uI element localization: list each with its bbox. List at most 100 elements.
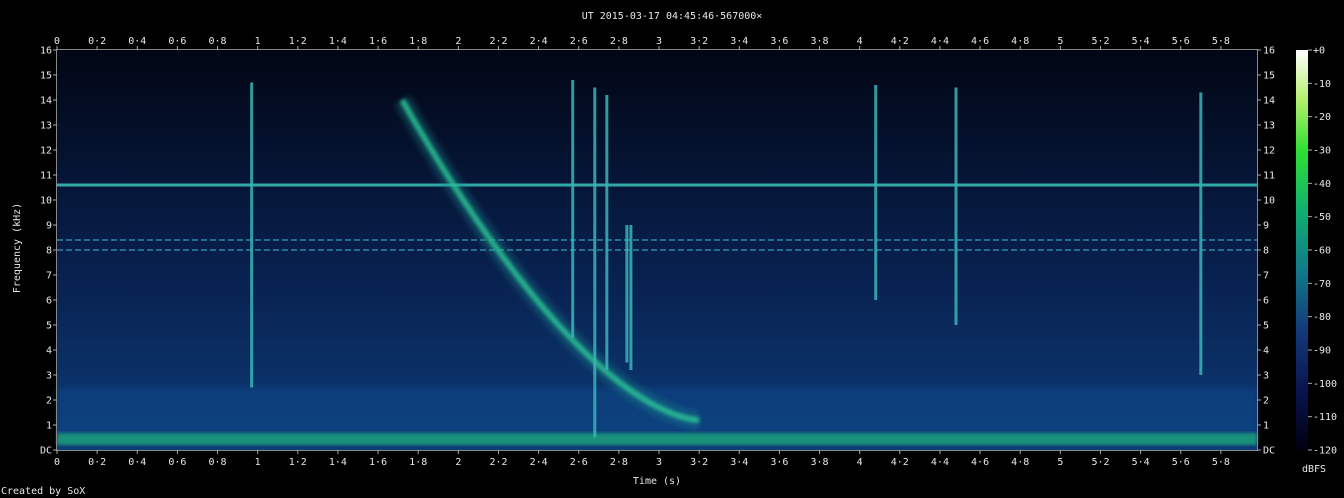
x-tick-label-bottom: 4 xyxy=(857,457,863,468)
x-tick-label-bottom: 3·6 xyxy=(770,457,788,468)
x-tick-label-bottom: 5·8 xyxy=(1212,457,1230,468)
x-tick-label-bottom: 4·6 xyxy=(971,457,989,468)
x-tick-label-bottom: 1·2 xyxy=(289,457,307,468)
x-tick-label-top: 3·2 xyxy=(690,36,708,47)
x-axis-label: Time (s) xyxy=(633,476,681,487)
x-tick-label-top: 5·4 xyxy=(1132,36,1150,47)
y-tick-label-left: 3 xyxy=(46,371,52,382)
x-tick-label-bottom: 3·2 xyxy=(690,457,708,468)
y-axis-label: Frequency (kHz) xyxy=(12,203,23,293)
colorbar-tick-label: -120 xyxy=(1313,446,1337,457)
x-tick-label-top: 1·6 xyxy=(369,36,387,47)
x-tick-label-bottom: 2·2 xyxy=(489,457,507,468)
x-tick-label-top: 2·8 xyxy=(610,36,628,47)
colorbar-tick-label: -60 xyxy=(1313,246,1331,257)
y-tick-label-left: 12 xyxy=(40,146,52,157)
x-tick-label-top: 0 xyxy=(54,36,60,47)
y-tick-label-right: 1 xyxy=(1263,421,1269,432)
y-tick-label-left: 11 xyxy=(40,171,52,182)
x-tick-label-top: 0·2 xyxy=(88,36,106,47)
x-tick-label-bottom: 3·4 xyxy=(730,457,748,468)
x-tick-label-bottom: 5·6 xyxy=(1172,457,1190,468)
x-tick-label-top: 4·8 xyxy=(1011,36,1029,47)
x-tick-label-top: 4·4 xyxy=(931,36,949,47)
x-tick-label-bottom: 5 xyxy=(1057,457,1063,468)
x-tick-label-bottom: 1·8 xyxy=(409,457,427,468)
colorbar-tick-label: -100 xyxy=(1313,379,1337,390)
sox-credit: Created by SoX xyxy=(1,486,85,497)
x-tick-label-top: 1 xyxy=(255,36,261,47)
y-tick-label-left: DC xyxy=(40,446,52,457)
y-tick-label-right: 14 xyxy=(1263,96,1275,107)
x-tick-label-bottom: 4·8 xyxy=(1011,457,1029,468)
y-tick-label-right: 16 xyxy=(1263,46,1275,57)
x-tick-label-bottom: 3·8 xyxy=(811,457,829,468)
x-tick-label-top: 2·6 xyxy=(570,36,588,47)
colorbar-gradient xyxy=(1296,50,1308,450)
x-tick-label-top: 5·6 xyxy=(1172,36,1190,47)
y-tick-label-left: 8 xyxy=(46,246,52,257)
y-tick-label-right: 13 xyxy=(1263,121,1275,132)
y-tick-label-right: 4 xyxy=(1263,346,1269,357)
y-tick-label-left: 10 xyxy=(40,196,52,207)
y-tick-label-right: 5 xyxy=(1263,321,1269,332)
low-frequency-band xyxy=(57,432,1257,445)
y-tick-label-left: 15 xyxy=(40,71,52,82)
colorbar-tick-label: +0 xyxy=(1313,46,1325,57)
x-tick-label-top: 4·2 xyxy=(891,36,909,47)
colorbar-ticks: +0 -10 -20 -30 -40 -50 -60 -70 -80 -90 -100 -110 -12… xyxy=(1308,46,1337,457)
x-tick-label-bottom: 4·2 xyxy=(891,457,909,468)
x-tick-label-bottom: 2 xyxy=(455,457,461,468)
y-tick-label-right: 6 xyxy=(1263,296,1269,307)
colorbar-tick-label: -80 xyxy=(1313,312,1331,323)
y-tick-label-right: 10 xyxy=(1263,196,1275,207)
colorbar-tick-label: -20 xyxy=(1313,112,1331,123)
y-tick-label-left: 14 xyxy=(40,96,52,107)
y-tick-label-right: 8 xyxy=(1263,246,1269,257)
x-tick-label-top: 0·4 xyxy=(128,36,146,47)
x-tick-label-bottom: 3 xyxy=(656,457,662,468)
x-tick-label-bottom: 1·4 xyxy=(329,457,347,468)
x-tick-label-top: 1·8 xyxy=(409,36,427,47)
y-tick-label-right: 11 xyxy=(1263,171,1275,182)
y-tick-label-left: 1 xyxy=(46,421,52,432)
spectrogram-plot xyxy=(56,49,1258,451)
x-tick-label-bottom: 0·8 xyxy=(209,457,227,468)
x-tick-label-top: 2·2 xyxy=(489,36,507,47)
x-tick-label-bottom: 1 xyxy=(255,457,261,468)
x-tick-label-bottom: 0·6 xyxy=(168,457,186,468)
y-tick-label-right: DC xyxy=(1263,446,1275,457)
x-tick-label-top: 1·2 xyxy=(289,36,307,47)
y-tick-label-left: 5 xyxy=(46,321,52,332)
x-tick-label-top: 0·6 xyxy=(168,36,186,47)
spectrogram-chart: UT 2015-03-17 04:45:46·567000× 0 0 0·2 0·2 0… xyxy=(1,11,1337,497)
y-tick-label-right: 3 xyxy=(1263,371,1269,382)
x-tick-label-bottom: 2·6 xyxy=(570,457,588,468)
x-tick-label-top: 3·4 xyxy=(730,36,748,47)
y-tick-label-left: 16 xyxy=(40,46,52,57)
x-tick-label-bottom: 5·2 xyxy=(1091,457,1109,468)
y-tick-label-left: 7 xyxy=(46,271,52,282)
x-tick-label-top: 1·4 xyxy=(329,36,347,47)
x-tick-label-top: 4 xyxy=(857,36,863,47)
y-tick-label-right: 2 xyxy=(1263,396,1269,407)
x-tick-label-bottom: 0·4 xyxy=(128,457,146,468)
x-tick-label-top: 0·8 xyxy=(209,36,227,47)
y-tick-label-left: 2 xyxy=(46,396,52,407)
x-tick-label-bottom: 5·4 xyxy=(1132,457,1150,468)
x-tick-label-top: 2·4 xyxy=(530,36,548,47)
colorbar: +0 -10 -20 -30 -40 -50 -60 -70 -80 -90 -100 -110 -12… xyxy=(1296,46,1337,475)
x-tick-label-top: 2 xyxy=(455,36,461,47)
y-tick-label-right: 9 xyxy=(1263,221,1269,232)
x-tick-label-bottom: 4·4 xyxy=(931,457,949,468)
colorbar-label: dBFS xyxy=(1302,464,1326,475)
colorbar-tick-label: -90 xyxy=(1313,346,1331,357)
y-tick-label-left: 13 xyxy=(40,121,52,132)
colorbar-tick-label: -40 xyxy=(1313,179,1331,190)
x-tick-label-top: 5·8 xyxy=(1212,36,1230,47)
colorbar-tick-label: -110 xyxy=(1313,412,1337,423)
colorbar-tick-label: -50 xyxy=(1313,212,1331,223)
x-tick-label-top: 4·6 xyxy=(971,36,989,47)
y-tick-label-left: 4 xyxy=(46,346,52,357)
x-tick-label-bottom: 0·2 xyxy=(88,457,106,468)
